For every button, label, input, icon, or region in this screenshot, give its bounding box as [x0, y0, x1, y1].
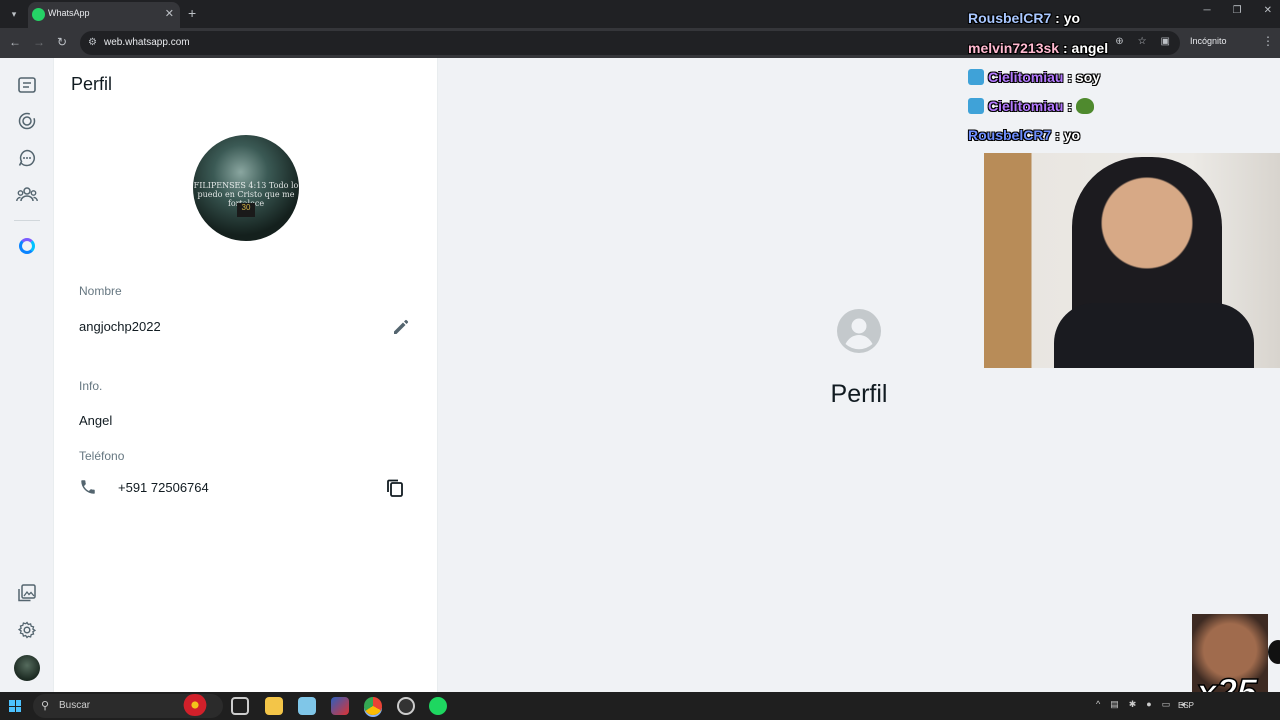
profile-photo[interactable]: FILIPENSES 4:13 Todo lo puedo en Cristo … — [193, 135, 299, 241]
reload-icon[interactable]: ↻ — [57, 35, 67, 49]
main-title: Perfil — [830, 380, 888, 408]
task-view-icon[interactable] — [231, 697, 249, 715]
media-gallery-icon[interactable] — [16, 582, 38, 604]
chat-badge-icon — [968, 98, 984, 114]
status-icon[interactable] — [16, 110, 38, 132]
info-label: Info. — [79, 379, 103, 393]
bookmark-star-icon[interactable]: ☆ — [1138, 36, 1147, 47]
meta-ai-icon[interactable] — [16, 235, 38, 257]
phone-value: +591 72506764 — [118, 480, 209, 495]
browser-tab-strip: ▾ WhatsApp ✕ + ─ ❐ ✕ — [0, 0, 1280, 28]
chat-message: Cielitomiau : soy — [968, 69, 1100, 91]
close-window-icon[interactable]: ✕ — [1264, 5, 1272, 16]
chat-badge-icon — [968, 69, 984, 85]
name-label: Nombre — [79, 284, 122, 298]
network-icon[interactable]: ▭ — [1162, 699, 1171, 710]
language-indicator[interactable]: ESP — [1178, 701, 1194, 710]
tab-search-button[interactable]: ▾ — [5, 5, 23, 23]
start-windows-icon[interactable] — [9, 700, 21, 712]
chat-message: RousbelCR7 : yo — [968, 10, 1081, 26]
chat-username: Cielitomiau — [988, 69, 1064, 85]
minimize-icon[interactable]: ─ — [1204, 5, 1211, 16]
tab-title: WhatsApp — [48, 8, 90, 18]
zoom-icon[interactable]: ⊕ — [1115, 36, 1123, 47]
spotify-icon[interactable] — [429, 697, 447, 715]
windows-taskbar: ⚲ Buscar ^ ▤ ✱ ● ▭ ◂ ESP — [0, 692, 1280, 720]
notes-app-icon[interactable] — [298, 697, 316, 715]
channels-icon[interactable] — [16, 147, 38, 169]
navigation-rail — [0, 58, 54, 692]
chat-message: RousbelCR7 : yo — [968, 127, 1081, 143]
chat-text: angel — [1071, 40, 1109, 56]
settings-gear-icon[interactable] — [16, 619, 38, 641]
microphone-icon[interactable]: ● — [1146, 699, 1151, 710]
chat-message: melvin7213sk : angel — [968, 40, 1109, 56]
tray-bluetooth-icon[interactable]: ✱ — [1129, 699, 1137, 710]
chat-username: melvin7213sk — [968, 40, 1060, 56]
url-text[interactable]: web.whatsapp.com — [104, 37, 190, 48]
whatsapp-favicon-icon — [32, 8, 45, 21]
extensions-icon[interactable]: ▣ — [1161, 36, 1170, 47]
file-explorer-icon[interactable] — [265, 697, 283, 715]
frog-emote-icon — [1075, 98, 1094, 114]
back-icon[interactable]: ← — [9, 35, 21, 49]
info-value: Angel — [79, 413, 113, 428]
forward-icon[interactable]: → — [33, 35, 45, 49]
default-user-avatar-icon — [836, 308, 882, 354]
phone-label: Teléfono — [79, 449, 125, 463]
chat-text: yo — [1063, 127, 1081, 143]
chat-message: Cielitomiau : — [968, 98, 1094, 120]
tray-expand-icon[interactable]: ^ — [1096, 699, 1100, 710]
chat-text: yo — [1063, 10, 1081, 26]
taskbar-search-placeholder: Buscar — [59, 700, 91, 711]
chat-username: Cielitomiau — [988, 98, 1064, 114]
incognito-badge[interactable]: Incógnito — [1190, 36, 1227, 46]
close-tab-icon[interactable]: ✕ — [165, 7, 174, 20]
photo-jersey-number: 30 — [237, 203, 255, 217]
restore-icon[interactable]: ❐ — [1233, 5, 1242, 16]
phone-icon — [79, 478, 99, 498]
browser-menu-icon[interactable]: ⋮ — [1262, 34, 1274, 48]
rail-divider — [14, 220, 40, 221]
chat-username: RousbelCR7 — [968, 127, 1052, 143]
edit-name-pencil-icon[interactable] — [392, 318, 412, 338]
webcam-overlay — [984, 153, 1280, 368]
system-tray: ^ ▤ ✱ ● ▭ ◂ — [1096, 699, 1185, 710]
browser-tab[interactable]: WhatsApp ✕ — [28, 2, 180, 28]
communities-icon[interactable] — [16, 183, 38, 205]
app-icon[interactable] — [331, 697, 349, 715]
new-tab-icon[interactable]: + — [188, 5, 196, 21]
chats-icon[interactable] — [16, 74, 38, 96]
tray-app-icon[interactable]: ▤ — [1110, 699, 1119, 710]
chat-text: soy — [1075, 69, 1101, 85]
obs-icon[interactable] — [397, 697, 415, 715]
site-info-icon[interactable]: ⚙ — [88, 37, 97, 48]
profile-panel: Perfil FILIPENSES 4:13 Todo lo puedo en … — [54, 58, 438, 692]
panel-title: Perfil — [71, 74, 113, 94]
poinsettia-decoration-icon — [180, 694, 210, 716]
copy-phone-icon[interactable] — [386, 479, 406, 499]
streamer-shirt — [1054, 303, 1254, 368]
search-icon: ⚲ — [41, 700, 50, 712]
chrome-icon[interactable] — [364, 697, 382, 715]
chat-username: RousbelCR7 — [968, 10, 1052, 26]
name-value: angjochp2022 — [79, 319, 161, 334]
window-controls: ─ ❐ ✕ — [1204, 5, 1272, 16]
profile-avatar[interactable] — [14, 655, 40, 681]
